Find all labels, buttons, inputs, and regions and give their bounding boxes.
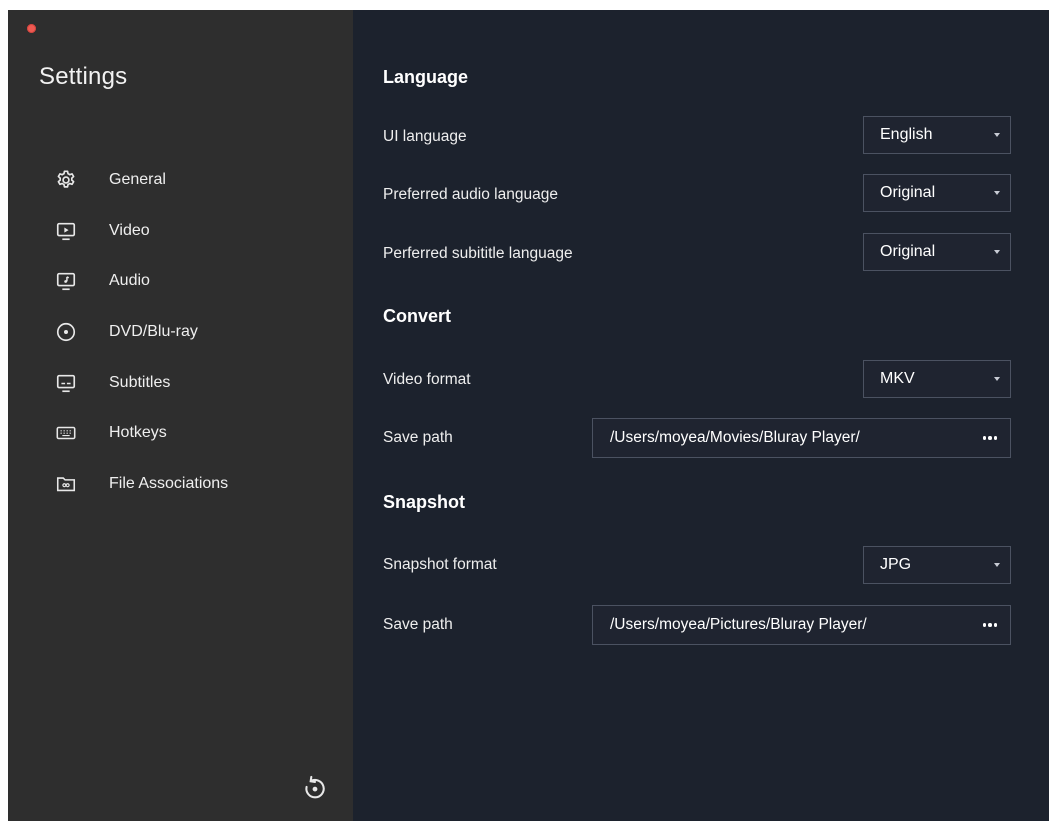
sidebar-item-video[interactable]: Video (55, 206, 228, 257)
keyboard-icon (55, 422, 77, 444)
sidebar-item-subtitles[interactable]: Subtitles (55, 357, 228, 408)
section-title-snapshot: Snapshot (383, 492, 466, 512)
sidebar-item-label: Subtitles (109, 373, 171, 391)
dot (982, 623, 987, 627)
settings-window: Settings General Video Audio DVD/Blu-ray… (8, 10, 1049, 821)
dot (993, 436, 998, 440)
video-icon (55, 220, 77, 242)
chevron-down-icon (994, 377, 1000, 381)
select-value: JPG (880, 556, 912, 573)
path-value: /Users/moyea/Pictures/Bluray Player/ (610, 616, 867, 633)
convert-save-path-field[interactable]: /Users/moyea/Movies/Bluray Player/ (592, 418, 1011, 458)
video-format-select[interactable]: MKV (863, 360, 1011, 398)
snapshot-save-path-label: Save path (383, 616, 453, 633)
gear-icon (55, 169, 77, 191)
dot (988, 436, 992, 440)
sidebar-item-hotkeys[interactable]: Hotkeys (55, 408, 228, 459)
select-value: Original (880, 243, 936, 260)
ui-language-select[interactable]: English (863, 116, 1011, 154)
folder-icon (55, 473, 77, 495)
reset-icon (302, 775, 328, 806)
snapshot-format-label: Snapshot format (383, 556, 497, 573)
chevron-down-icon (994, 563, 1000, 567)
chevron-down-icon (994, 133, 1000, 137)
sidebar-item-label: Video (109, 221, 150, 239)
subtitle-language-select[interactable]: Original (863, 233, 1011, 271)
sidebar-item-dvd-bluray[interactable]: DVD/Blu-ray (55, 307, 228, 358)
browse-button[interactable] (976, 613, 1004, 637)
sidebar-item-label: DVD/Blu-ray (109, 323, 198, 341)
chevron-down-icon (994, 191, 1000, 195)
sidebar-item-file-associations[interactable]: File Associations (55, 459, 228, 510)
snapshot-save-path-field[interactable]: /Users/moyea/Pictures/Bluray Player/ (592, 605, 1011, 645)
settings-panel: Language UI language English Preferred a… (353, 10, 1049, 821)
chevron-down-icon (994, 250, 1000, 254)
sidebar-item-audio[interactable]: Audio (55, 256, 228, 307)
sidebar-item-label: General (109, 171, 166, 189)
path-value: /Users/moyea/Movies/Bluray Player/ (610, 429, 860, 446)
disc-icon (55, 321, 77, 343)
select-value: MKV (880, 370, 915, 387)
sidebar-item-label: File Associations (109, 474, 229, 492)
dot (993, 623, 998, 627)
select-value: Original (880, 184, 936, 201)
sidebar-nav: General Video Audio DVD/Blu-ray Subtitle… (55, 155, 228, 509)
ui-language-label: UI language (383, 128, 467, 145)
browse-button[interactable] (976, 426, 1004, 450)
subtitle-language-label: Perferred subititle language (383, 245, 573, 262)
sidebar-item-general[interactable]: General (55, 155, 228, 206)
convert-save-path-label: Save path (383, 429, 453, 446)
section-title-convert: Convert (383, 306, 452, 326)
audio-language-label: Preferred audio language (383, 186, 558, 203)
video-format-label: Video format (383, 371, 471, 388)
subtitles-icon (55, 372, 77, 394)
section-title-language: Language (383, 67, 469, 87)
reset-defaults-button[interactable] (301, 775, 329, 806)
dot (988, 623, 992, 627)
select-value: English (880, 126, 933, 143)
audio-icon (55, 270, 77, 292)
page-title: Settings (39, 63, 128, 90)
sidebar: Settings General Video Audio DVD/Blu-ray… (8, 10, 353, 821)
snapshot-format-select[interactable]: JPG (863, 546, 1011, 584)
audio-language-select[interactable]: Original (863, 174, 1011, 212)
sidebar-item-label: Audio (109, 272, 150, 290)
close-window-button[interactable] (27, 24, 36, 33)
dot (982, 436, 987, 440)
sidebar-item-label: Hotkeys (109, 424, 167, 442)
